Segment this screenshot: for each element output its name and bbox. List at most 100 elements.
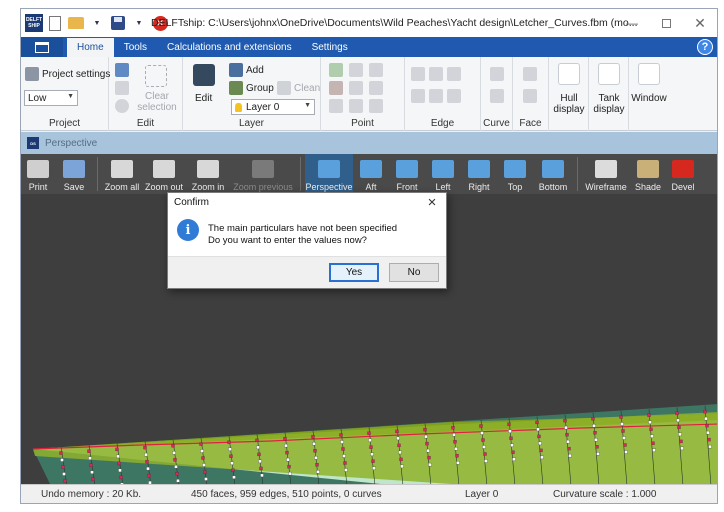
control-point[interactable] xyxy=(91,477,95,481)
control-point[interactable] xyxy=(509,436,513,440)
control-point[interactable] xyxy=(340,440,344,444)
control-point[interactable] xyxy=(371,459,375,463)
control-point[interactable] xyxy=(175,472,179,476)
control-point[interactable] xyxy=(172,451,176,455)
control-point[interactable] xyxy=(369,445,373,449)
edge-tool-icon[interactable] xyxy=(411,67,425,81)
control-point[interactable] xyxy=(60,458,64,462)
control-point[interactable] xyxy=(483,452,487,456)
project-settings-button[interactable]: Project settings xyxy=(25,67,110,81)
control-point[interactable] xyxy=(116,454,120,459)
control-point[interactable] xyxy=(232,475,236,479)
control-point[interactable] xyxy=(285,450,289,455)
control-point[interactable] xyxy=(677,425,681,430)
undo-icon[interactable] xyxy=(115,63,129,77)
control-point[interactable] xyxy=(596,452,600,456)
control-point[interactable] xyxy=(567,446,571,451)
control-point[interactable] xyxy=(453,440,457,444)
face-tool-icon[interactable] xyxy=(523,89,537,103)
control-point[interactable] xyxy=(481,438,485,442)
curve-tool-icon[interactable] xyxy=(490,89,504,103)
control-point[interactable] xyxy=(146,466,150,471)
redo-icon[interactable] xyxy=(115,81,129,95)
control-point[interactable] xyxy=(622,436,626,440)
control-point[interactable] xyxy=(540,455,544,460)
app-logo[interactable]: DELFT SHIP xyxy=(25,14,43,32)
control-point[interactable] xyxy=(230,461,234,465)
control-point[interactable] xyxy=(620,422,624,426)
qa-dropdown-button-2[interactable]: ▼ xyxy=(130,14,148,32)
control-point[interactable] xyxy=(565,432,569,437)
clean-layer-button[interactable]: Clean xyxy=(277,81,320,95)
control-point[interactable] xyxy=(594,438,598,442)
point-tool-icon[interactable] xyxy=(369,81,383,95)
control-point[interactable] xyxy=(536,427,540,432)
control-point[interactable] xyxy=(314,456,318,460)
control-point[interactable] xyxy=(537,434,541,439)
control-point[interactable] xyxy=(398,450,402,455)
edge-tool-icon[interactable] xyxy=(429,89,443,103)
control-point[interactable] xyxy=(511,450,515,454)
point-tool-icon[interactable] xyxy=(369,99,383,113)
control-point[interactable] xyxy=(173,458,177,462)
control-point[interactable] xyxy=(143,445,147,450)
control-point[interactable] xyxy=(202,463,206,467)
control-point[interactable] xyxy=(679,439,683,444)
right-view-button[interactable]: Right xyxy=(461,154,497,194)
control-point[interactable] xyxy=(652,448,656,452)
control-point[interactable] xyxy=(284,443,288,448)
tab-home[interactable]: Home xyxy=(67,38,114,57)
control-point[interactable] xyxy=(90,470,94,474)
control-point[interactable] xyxy=(312,442,316,446)
control-point[interactable] xyxy=(651,441,655,445)
group-layer-button[interactable]: Group xyxy=(229,81,274,95)
zoom-in-button[interactable]: Zoom in xyxy=(186,154,230,194)
left-view-button[interactable]: Left xyxy=(425,154,461,194)
control-point[interactable] xyxy=(678,432,682,437)
control-point[interactable] xyxy=(147,473,151,478)
control-point[interactable] xyxy=(88,456,92,460)
add-point-icon[interactable] xyxy=(329,63,343,77)
point-tool-icon[interactable] xyxy=(329,99,343,113)
control-point[interactable] xyxy=(512,457,516,461)
control-point[interactable] xyxy=(200,449,204,453)
shade-button[interactable]: Shade xyxy=(630,154,666,194)
control-point[interactable] xyxy=(593,431,597,435)
control-point[interactable] xyxy=(315,463,319,467)
control-point[interactable] xyxy=(227,440,231,444)
zoom-previous-button[interactable]: Zoom previous xyxy=(230,154,296,194)
control-point[interactable] xyxy=(119,475,123,480)
control-point[interactable] xyxy=(452,433,456,437)
add-layer-button[interactable]: Add xyxy=(229,63,264,77)
control-point[interactable] xyxy=(311,435,315,439)
control-point[interactable] xyxy=(341,447,345,451)
help-button[interactable]: ? xyxy=(697,39,713,55)
bottom-view-button[interactable]: Bottom xyxy=(533,154,573,194)
control-point[interactable] xyxy=(89,463,93,467)
control-point[interactable] xyxy=(344,468,348,472)
control-point[interactable] xyxy=(427,455,431,460)
control-point[interactable] xyxy=(647,413,651,417)
control-point[interactable] xyxy=(705,423,709,428)
tank-display-button[interactable]: Tank display xyxy=(589,57,629,131)
control-point[interactable] xyxy=(260,473,264,478)
control-point[interactable] xyxy=(367,431,371,435)
zoom-all-button[interactable]: Zoom all xyxy=(102,154,142,194)
zoom-out-button[interactable]: Zoom out xyxy=(142,154,186,194)
control-point[interactable] xyxy=(61,465,65,469)
wireframe-button[interactable]: Wireframe xyxy=(582,154,630,194)
aft-view-button[interactable]: Aft xyxy=(353,154,389,194)
new-file-button[interactable] xyxy=(46,14,64,32)
control-point[interactable] xyxy=(621,429,625,433)
control-point[interactable] xyxy=(145,459,149,464)
save-view-button[interactable]: Save xyxy=(55,154,93,194)
control-point[interactable] xyxy=(283,436,287,441)
control-point[interactable] xyxy=(229,454,233,458)
maximize-button[interactable] xyxy=(649,9,683,37)
control-point[interactable] xyxy=(258,459,262,464)
control-point[interactable] xyxy=(228,447,232,451)
file-menu-button[interactable] xyxy=(21,37,63,57)
yes-button[interactable]: Yes xyxy=(329,263,379,282)
control-point[interactable] xyxy=(370,452,374,456)
point-tool-icon[interactable] xyxy=(369,63,383,77)
